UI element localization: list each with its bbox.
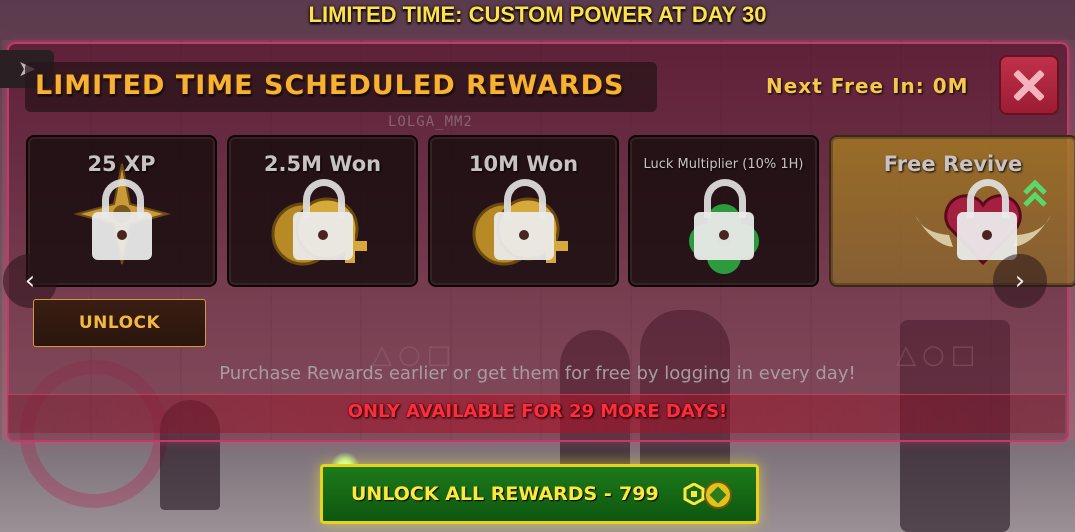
availability-text: ONLY AVAILABLE FOR 29 MORE DAYS!	[347, 401, 728, 422]
panel-title: LIMITED TIME SCHEDULED REWARDS	[35, 70, 625, 101]
purchase-note: Purchase Rewards earlier or get them for…	[219, 363, 856, 384]
lock-icon	[693, 179, 754, 260]
unlock-all-rewards-button[interactable]: UNLOCK ALL REWARDS - 799	[320, 464, 759, 524]
carousel-next-button[interactable]: ›	[993, 254, 1047, 308]
lock-icon	[957, 179, 1017, 260]
reward-label: 10M Won	[468, 152, 579, 176]
unlock-all-label: UNLOCK ALL REWARDS -	[351, 483, 612, 505]
watermark: LOLGA_MM2	[388, 114, 473, 130]
robux-icon	[683, 483, 705, 505]
reward-label: 2.5M Won	[263, 152, 382, 176]
coin-icon	[704, 481, 732, 509]
lock-icon	[91, 179, 152, 260]
chevron-left-icon: ‹	[24, 266, 36, 296]
reward-label: Free Revive	[883, 152, 1023, 176]
limited-time-banner: LIMITED TIME: CUSTOM POWER AT DAY 30	[308, 2, 767, 27]
price-value: 799	[619, 483, 659, 505]
lock-icon	[292, 179, 353, 260]
close-button[interactable]	[1001, 57, 1057, 113]
reward-label: Luck Multiplier (10% 1H)	[643, 157, 804, 172]
reward-card-won-small[interactable]: 2.5M Won	[227, 135, 418, 287]
reward-card-won-large[interactable]: 10M Won	[428, 135, 619, 287]
chevron-right-icon: ›	[1014, 266, 1026, 296]
lock-icon	[493, 179, 554, 260]
next-free-timer: Next Free In: 0M	[766, 74, 969, 98]
reward-card-xp[interactable]: 25 XP	[26, 135, 217, 287]
reward-card-luck[interactable]: Luck Multiplier (10% 1H)	[628, 135, 819, 287]
unlock-button[interactable]: UNLOCK	[33, 299, 206, 347]
